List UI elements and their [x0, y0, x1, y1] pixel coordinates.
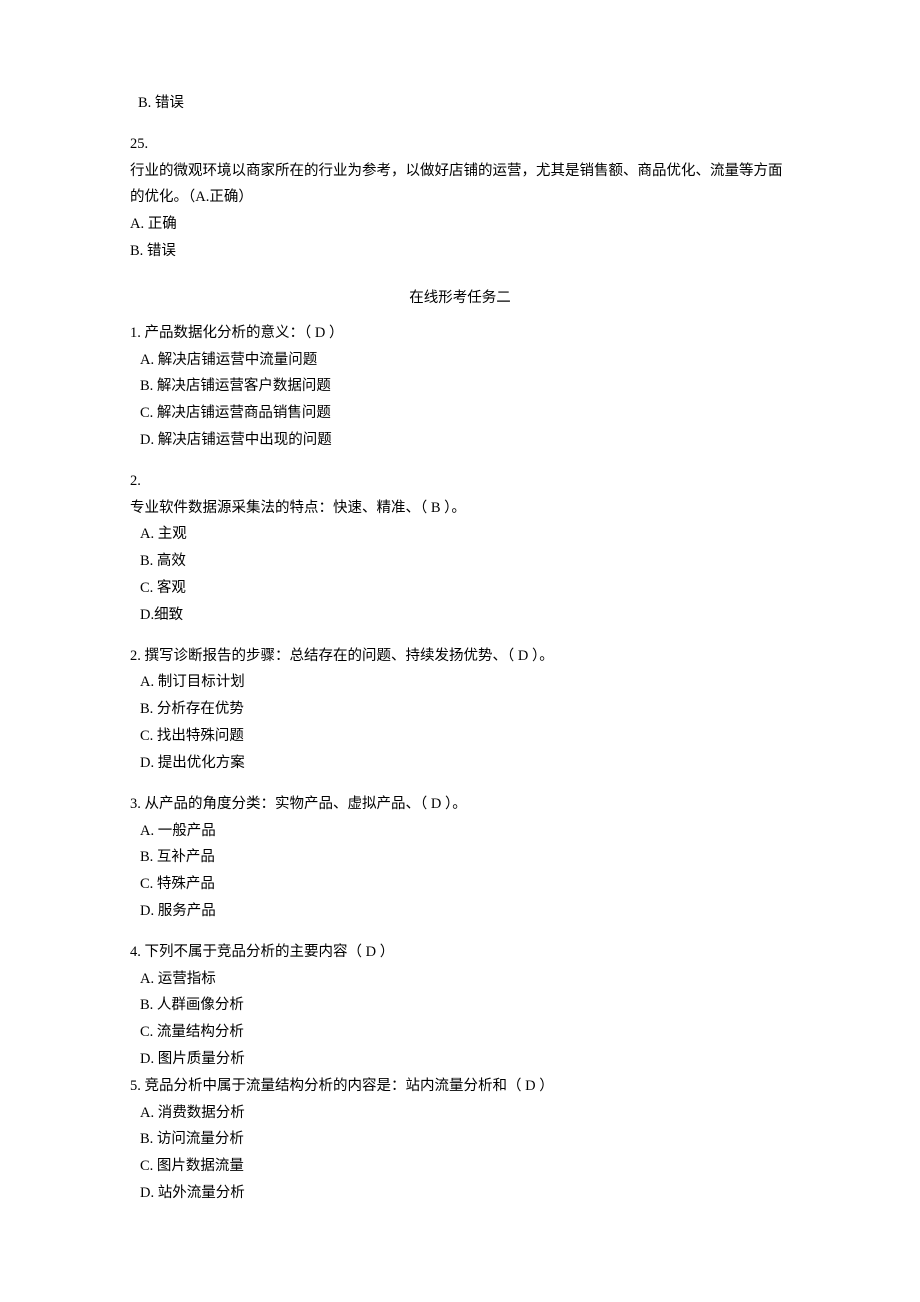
option-a: A. 一般产品 — [130, 818, 790, 845]
question-stem: 专业软件数据源采集法的特点：快速、精准、（ B ）。 — [130, 495, 790, 522]
option-c: C. 客观 — [130, 575, 790, 602]
question-stem: 行业的微观环境以商家所在的行业为参考，以做好店铺的运营，尤其是销售额、商品优化、… — [130, 158, 790, 212]
option-b: B. 错误 — [130, 90, 790, 117]
option-d: D. 解决店铺运营中出现的问题 — [130, 427, 790, 454]
s2-question-2b: 2. 撰写诊断报告的步骤：总结存在的问题、持续发扬优势、（ D ）。 A. 制订… — [130, 643, 790, 777]
question-25: 25. 行业的微观环境以商家所在的行业为参考，以做好店铺的运营，尤其是销售额、商… — [130, 131, 790, 265]
option-a: A. 解决店铺运营中流量问题 — [130, 347, 790, 374]
option-a: A. 运营指标 — [130, 966, 790, 993]
question-stem: 1. 产品数据化分析的意义：（ D ） — [130, 320, 790, 347]
s2-question-5: 5. 竞品分析中属于流量结构分析的内容是：站内流量分析和（ D ） A. 消费数… — [130, 1073, 790, 1207]
option-d: D. 图片质量分析 — [130, 1046, 790, 1073]
option-d: D. 提出优化方案 — [130, 750, 790, 777]
option-c: C. 图片数据流量 — [130, 1153, 790, 1180]
option-c: C. 解决店铺运营商品销售问题 — [130, 400, 790, 427]
option-b: B. 解决店铺运营客户数据问题 — [130, 373, 790, 400]
question-24-fragment: B. 错误 — [130, 90, 790, 117]
option-b: B. 互补产品 — [130, 844, 790, 871]
option-a: A. 消费数据分析 — [130, 1100, 790, 1127]
question-stem: 5. 竞品分析中属于流量结构分析的内容是：站内流量分析和（ D ） — [130, 1073, 790, 1100]
s2-question-2a: 2. 专业软件数据源采集法的特点：快速、精准、（ B ）。 A. 主观 B. 高… — [130, 468, 790, 629]
s2-question-4: 4. 下列不属于竞品分析的主要内容（ D ） A. 运营指标 B. 人群画像分析… — [130, 939, 790, 1073]
s2-question-3: 3. 从产品的角度分类：实物产品、虚拟产品、（ D ）。 A. 一般产品 B. … — [130, 791, 790, 925]
option-b: B. 人群画像分析 — [130, 992, 790, 1019]
document-page: B. 错误 25. 行业的微观环境以商家所在的行业为参考，以做好店铺的运营，尤其… — [0, 0, 920, 1281]
option-b: B. 访问流量分析 — [130, 1126, 790, 1153]
option-b: B. 错误 — [130, 238, 790, 265]
question-stem: 3. 从产品的角度分类：实物产品、虚拟产品、（ D ）。 — [130, 791, 790, 818]
option-a: A. 制订目标计划 — [130, 669, 790, 696]
question-stem: 4. 下列不属于竞品分析的主要内容（ D ） — [130, 939, 790, 966]
option-d: D. 服务产品 — [130, 898, 790, 925]
section-title: 在线形考任务二 — [130, 285, 790, 312]
question-stem: 2. 撰写诊断报告的步骤：总结存在的问题、持续发扬优势、（ D ）。 — [130, 643, 790, 670]
option-d: D. 站外流量分析 — [130, 1180, 790, 1207]
option-c: C. 流量结构分析 — [130, 1019, 790, 1046]
option-a: A. 主观 — [130, 521, 790, 548]
question-number: 2. — [130, 468, 790, 495]
option-a: A. 正确 — [130, 211, 790, 238]
option-b: B. 分析存在优势 — [130, 696, 790, 723]
option-b: B. 高效 — [130, 548, 790, 575]
option-c: C. 找出特殊问题 — [130, 723, 790, 750]
option-d: D.细致 — [130, 602, 790, 629]
question-number: 25. — [130, 131, 790, 158]
s2-question-1: 1. 产品数据化分析的意义：（ D ） A. 解决店铺运营中流量问题 B. 解决… — [130, 320, 790, 454]
option-c: C. 特殊产品 — [130, 871, 790, 898]
